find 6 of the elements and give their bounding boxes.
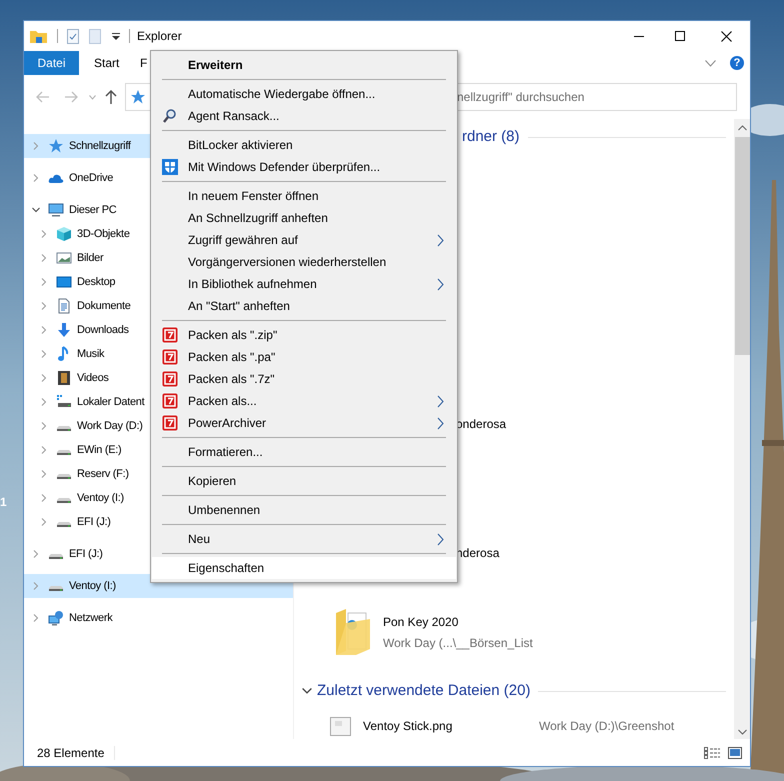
window-title: Explorer [137,28,182,45]
file-path: Work Day (D:)\Greenshot [539,718,674,735]
item-count: 28 Elemente [37,744,104,762]
folder-name: onderosa [456,416,506,433]
folder-path: Work Day (...\__Börsen_List [383,634,533,652]
desktop-label: 1 [0,494,7,511]
